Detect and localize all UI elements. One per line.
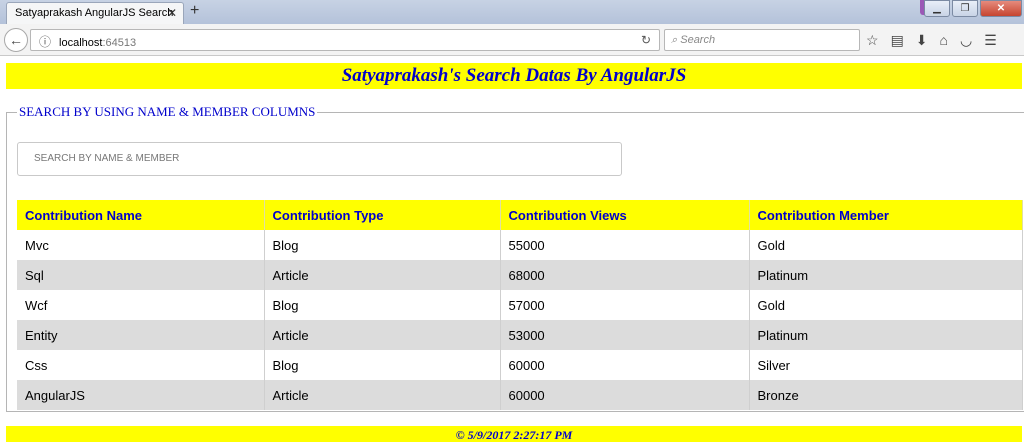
- table-cell: AngularJS: [17, 380, 265, 410]
- column-header[interactable]: Contribution Member: [749, 200, 1023, 230]
- info-icon[interactable]: ⓘ: [39, 35, 51, 49]
- reload-icon[interactable]: ↻: [641, 33, 651, 47]
- back-arrow-icon[interactable]: ←: [4, 28, 28, 52]
- minimize-button[interactable]: ▁: [924, 0, 950, 17]
- column-header[interactable]: Contribution Type: [264, 200, 501, 230]
- toolbar-icons: ☆ ▤ ⬇ ⌂ ◡ ☰: [866, 32, 997, 49]
- search-legend: SEARCH BY USING NAME & MEMBER COLUMNS: [19, 104, 316, 119]
- table-cell: Platinum: [749, 260, 1023, 290]
- table-cell: 55000: [500, 230, 750, 260]
- table-cell: Blog: [264, 230, 501, 260]
- bookmark-star-icon[interactable]: ☆: [866, 32, 879, 49]
- table-header-row: Contribution Name Contribution Type Cont…: [17, 200, 1023, 230]
- column-header[interactable]: Contribution Name: [17, 200, 265, 230]
- download-icon[interactable]: ⬇: [916, 32, 928, 49]
- search-fieldset: SEARCH BY USING NAME & MEMBER COLUMNS SE…: [6, 104, 1024, 412]
- new-tab-icon[interactable]: +: [190, 3, 199, 19]
- close-window-button[interactable]: ✕: [980, 0, 1022, 17]
- table-cell: 53000: [500, 320, 750, 350]
- home-icon[interactable]: ⌂: [940, 32, 948, 49]
- search-icon: ⌕: [671, 34, 678, 46]
- table-cell: Platinum: [749, 320, 1023, 350]
- column-header[interactable]: Contribution Views: [500, 200, 750, 230]
- table-cell: Gold: [749, 230, 1023, 260]
- close-tab-icon[interactable]: ✕: [167, 6, 177, 20]
- table-row: Css Blog 60000 Silver: [17, 350, 1023, 380]
- url-port: :64513: [102, 37, 137, 49]
- table-cell: 57000: [500, 290, 750, 320]
- page-footer-band: © 5/9/2017 2:27:17 PM: [6, 426, 1022, 442]
- url-host: localhost: [59, 37, 103, 49]
- pocket-icon[interactable]: ◡: [960, 32, 972, 49]
- contributions-table: Contribution Name Contribution Type Cont…: [17, 200, 1023, 410]
- footer-timestamp: © 5/9/2017 2:27:17 PM: [455, 428, 573, 442]
- table-cell: Article: [264, 380, 501, 410]
- browser-tab[interactable]: Satyaprakash AngularJS Search ✕: [6, 2, 184, 24]
- page-header-band: Satyaprakash's Search Datas By AngularJS: [6, 63, 1022, 89]
- browser-titlebar: Satyaprakash AngularJS Search ✕ + ◉◉ ▁ ❐…: [0, 0, 1024, 24]
- table-row: AngularJS Article 60000 Bronze: [17, 380, 1023, 410]
- browser-search-placeholder: Search: [680, 34, 716, 46]
- table-cell: Mvc: [17, 230, 265, 260]
- table-cell: Article: [264, 260, 501, 290]
- table-row: Sql Article 68000 Platinum: [17, 260, 1023, 290]
- table-cell: 60000: [500, 350, 750, 380]
- window-controls: ▁ ❐ ✕: [924, 0, 1022, 17]
- table-cell: Blog: [264, 350, 501, 380]
- table-cell: Gold: [749, 290, 1023, 320]
- browser-navbar: ← ⓘ localhost:64513 ↻ ⌕ Search ☆ ▤ ⬇ ⌂ ◡ …: [0, 24, 1024, 56]
- table-cell: Blog: [264, 290, 501, 320]
- table-cell: Article: [264, 320, 501, 350]
- table-cell: Css: [17, 350, 265, 380]
- table-row: Entity Article 53000 Platinum: [17, 320, 1023, 350]
- menu-icon[interactable]: ☰: [984, 32, 997, 49]
- table-cell: Wcf: [17, 290, 265, 320]
- table-cell: 60000: [500, 380, 750, 410]
- url-bar[interactable]: ⓘ localhost:64513 ↻: [30, 29, 660, 51]
- table-cell: Silver: [749, 350, 1023, 380]
- search-input-placeholder: SEARCH BY NAME & MEMBER: [34, 153, 180, 164]
- tab-title: Satyaprakash AngularJS Search: [15, 7, 174, 19]
- search-input[interactable]: SEARCH BY NAME & MEMBER: [17, 142, 622, 176]
- table-row: Mvc Blog 55000 Gold: [17, 230, 1023, 260]
- table-cell: Sql: [17, 260, 265, 290]
- page-title: Satyaprakash's Search Datas By AngularJS: [341, 65, 687, 86]
- table-cell: Bronze: [749, 380, 1023, 410]
- reading-list-icon[interactable]: ▤: [891, 32, 904, 49]
- browser-search-input[interactable]: ⌕ Search: [664, 29, 860, 51]
- table-cell: Entity: [17, 320, 265, 350]
- table-cell: 68000: [500, 260, 750, 290]
- restore-button[interactable]: ❐: [952, 0, 978, 17]
- table-row: Wcf Blog 57000 Gold: [17, 290, 1023, 320]
